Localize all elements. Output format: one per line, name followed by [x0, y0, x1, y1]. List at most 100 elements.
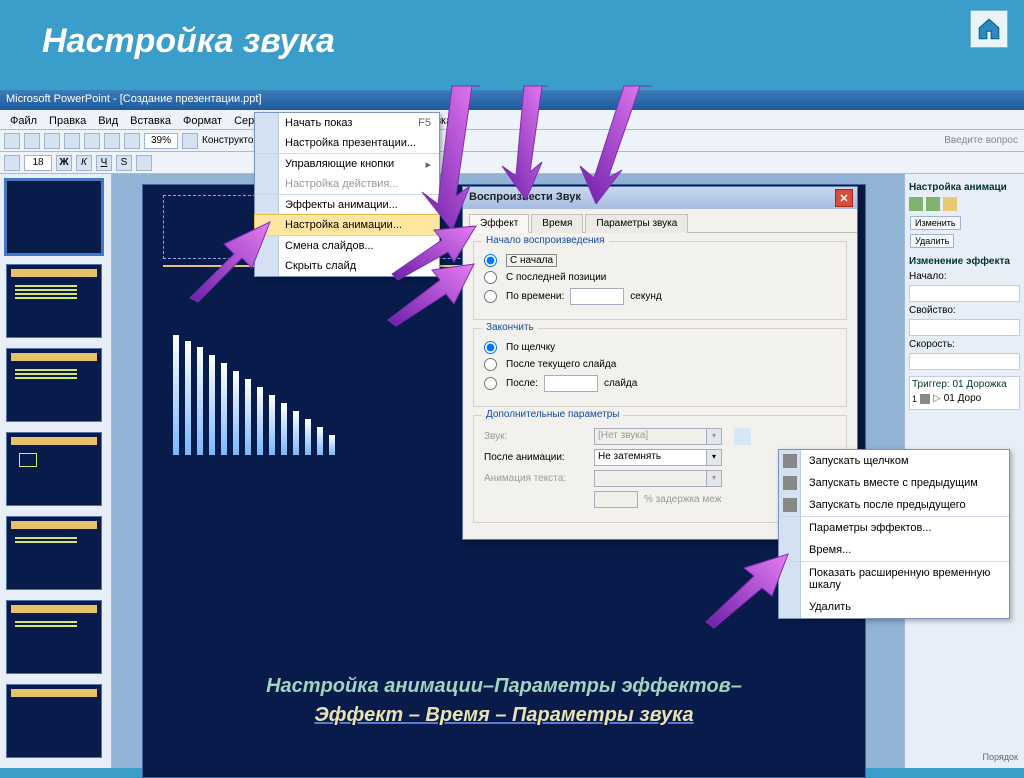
context-item[interactable]: Время...	[779, 539, 1009, 561]
radio-after-current[interactable]	[484, 358, 497, 371]
menu-вид[interactable]: Вид	[92, 113, 124, 129]
order-label: Порядок	[983, 752, 1018, 762]
close-icon: ✕	[839, 192, 848, 205]
section-label: Изменение эффекта	[909, 256, 1020, 267]
row-start-field[interactable]	[909, 285, 1020, 302]
text-anim-label: Анимация текста:	[484, 473, 588, 484]
menu-item[interactable]: Настройка презентации...	[255, 133, 439, 153]
fontsize-field[interactable]: 18	[24, 155, 52, 171]
context-item[interactable]: Запускать после предыдущего	[779, 494, 1009, 516]
dialog-tab[interactable]: Время	[531, 214, 583, 233]
underline-icon[interactable]: Ч	[96, 155, 112, 171]
btn-delete[interactable]: Удалить	[910, 234, 954, 248]
after-anim-dropdown[interactable]: Не затемнять▾	[594, 449, 722, 466]
toolbar-icon[interactable]	[24, 133, 40, 149]
menu-item[interactable]: Скрыть слайд	[255, 256, 439, 276]
menu-item[interactable]: Настройка анимации...	[254, 214, 440, 236]
toolbar-icon[interactable]	[182, 133, 198, 149]
zoom-field[interactable]: 39%	[144, 133, 178, 149]
radio-after-current-label: После текущего слайда	[506, 359, 616, 370]
dialog-tab[interactable]: Параметры звука	[585, 214, 688, 233]
slideshow-menu[interactable]: Начать показF5Настройка презентации...Уп…	[254, 112, 440, 277]
delay-unit: % задержка меж	[644, 494, 721, 505]
toolbar-icon[interactable]	[4, 155, 20, 171]
row-speed-field[interactable]	[909, 353, 1020, 370]
context-item[interactable]: Показать расширенную временную шкалу	[779, 561, 1009, 596]
btn-change[interactable]: Изменить	[910, 216, 961, 230]
home-button[interactable]	[970, 10, 1008, 48]
app-titlebar: Microsoft PowerPoint - [Создание презент…	[0, 90, 1024, 110]
italic-icon[interactable]: К	[76, 155, 92, 171]
volume-icon[interactable]	[734, 428, 751, 445]
context-item[interactable]: Параметры эффектов...	[779, 516, 1009, 539]
animation-context-menu[interactable]: Запускать щелчкомЗапускать вместе с пред…	[778, 449, 1010, 619]
slide-thumbnail[interactable]	[6, 264, 102, 338]
menu-item[interactable]: Начать показF5	[255, 113, 439, 133]
toolbar-icon[interactable]	[84, 133, 100, 149]
slide-thumbnail[interactable]	[6, 516, 102, 590]
menu-item[interactable]: Управляющие кнопки▸	[255, 153, 439, 174]
radio-from-last[interactable]	[484, 271, 497, 284]
radio-from-start-label: С начала	[506, 254, 557, 267]
ask-question-field[interactable]: Введите вопрос	[944, 135, 1018, 146]
radio-onclick[interactable]	[484, 341, 497, 354]
menu-правка[interactable]: Правка	[43, 113, 92, 129]
after-unit: слайда	[604, 378, 637, 389]
menu-вставка[interactable]: Вставка	[124, 113, 177, 129]
radio-onclick-label: По щелчку	[506, 342, 555, 353]
row-prop-field[interactable]	[909, 319, 1020, 336]
radio-from-start[interactable]	[484, 254, 497, 267]
context-item[interactable]: Запускать вместе с предыдущим	[779, 472, 1009, 494]
time-spinner[interactable]	[570, 288, 624, 305]
menubar[interactable]: ФайлПравкаВидВставкаФорматСервисПоказ сл…	[0, 110, 1024, 130]
home-icon	[976, 16, 1002, 42]
toolbar-icon[interactable]	[136, 155, 152, 171]
sound-dropdown[interactable]: [Нет звука]▾	[594, 428, 722, 445]
caption-line1: Настройка анимации–Параметры эффектов–	[163, 675, 845, 698]
radio-by-time[interactable]	[484, 290, 497, 303]
thumbnail-panel[interactable]	[0, 174, 112, 768]
delay-spinner[interactable]	[594, 491, 638, 508]
dialog-tabs[interactable]: ЭффектВремяПараметры звука	[463, 213, 857, 233]
menu-item[interactable]: Смена слайдов...	[255, 235, 439, 256]
bold-icon[interactable]: Ж	[56, 155, 72, 171]
radio-from-last-label: С последней позиции	[506, 272, 606, 283]
dialog-titlebar[interactable]: Воспроизвести Звук ✕	[463, 187, 857, 209]
slide-thumbnail[interactable]	[6, 180, 102, 254]
group-start-label: Начало воспроизведения	[482, 235, 609, 246]
toolbar-format: 18 Ж К Ч S	[0, 152, 1024, 174]
menu-item[interactable]: Эффекты анимации...	[255, 194, 439, 215]
trigger-item[interactable]: 01 Доро	[944, 393, 981, 404]
menu-файл[interactable]: Файл	[4, 113, 43, 129]
toolbar-icon[interactable]	[104, 133, 120, 149]
back-icon[interactable]	[909, 197, 923, 211]
after-anim-label: После анимации:	[484, 452, 588, 463]
toolbar-icon[interactable]	[4, 133, 20, 149]
close-button[interactable]: ✕	[835, 189, 853, 207]
btn-constructor[interactable]: Конструктор	[202, 135, 259, 146]
context-item[interactable]: Запускать щелчком	[779, 450, 1009, 472]
context-item[interactable]: Удалить	[779, 596, 1009, 618]
sound-label: Звук:	[484, 431, 588, 442]
slide-thumbnail[interactable]	[6, 432, 102, 506]
toolbar-icon[interactable]	[44, 133, 60, 149]
slide-caption: Настройка анимации–Параметры эффектов– Э…	[163, 675, 845, 727]
mouse-icon	[920, 394, 930, 404]
slide-thumbnail[interactable]	[6, 600, 102, 674]
forward-icon[interactable]	[926, 197, 940, 211]
radio-after-n[interactable]	[484, 377, 497, 390]
toolbar-icon[interactable]	[124, 133, 140, 149]
slide-thumbnail[interactable]	[6, 348, 102, 422]
shadow-icon[interactable]: S	[116, 155, 132, 171]
slide-thumbnail[interactable]	[6, 684, 102, 758]
dialog-tab[interactable]: Эффект	[469, 214, 529, 233]
text-anim-dropdown[interactable]: ▾	[594, 470, 722, 487]
with-prev-icon	[783, 476, 797, 490]
after-spinner[interactable]	[544, 375, 598, 392]
home-icon[interactable]	[943, 197, 957, 211]
toolbar-icon[interactable]	[64, 133, 80, 149]
taskpane-title: Настройка анимаци	[909, 182, 1020, 193]
bars-graphic	[173, 335, 335, 455]
row-prop-label: Свойство:	[909, 305, 1020, 316]
menu-формат[interactable]: Формат	[177, 113, 228, 129]
